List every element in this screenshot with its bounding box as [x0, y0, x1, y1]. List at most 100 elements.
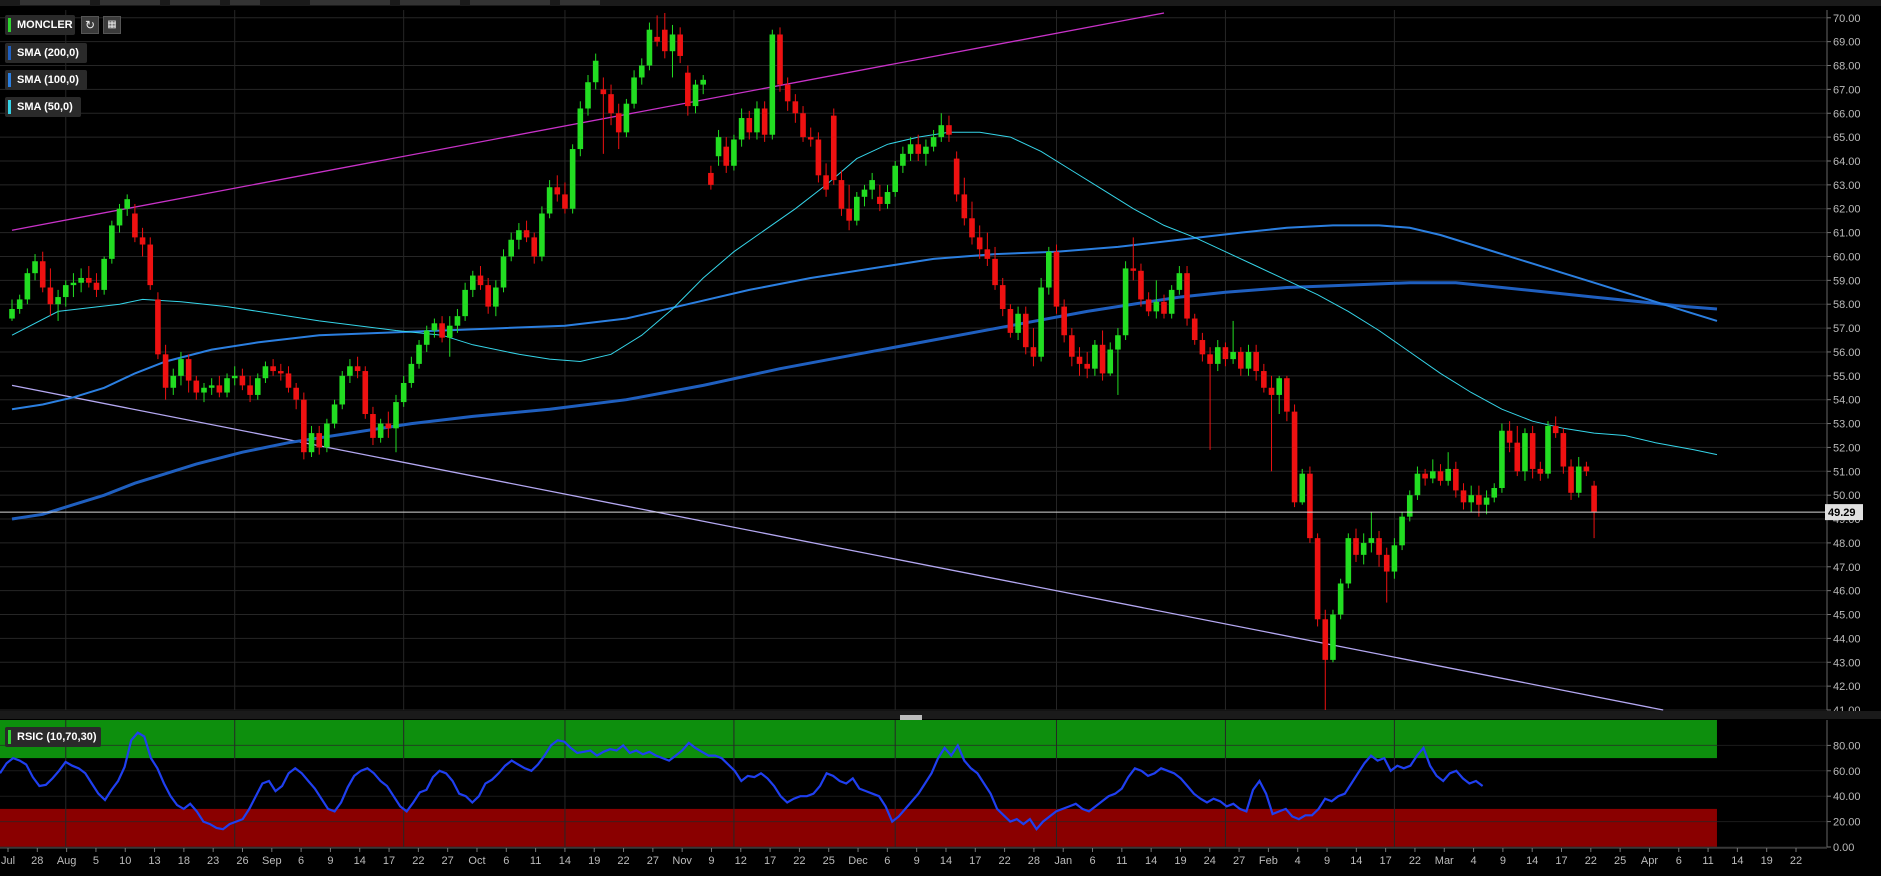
date-axis: Jul 28 Aug 5 10 13 18 23 26 Sep 6 9 14 17 22 27 Oct 6 11 14…	[0, 847, 1827, 867]
candle-up	[731, 139, 737, 166]
x-tick-label: 22	[617, 855, 629, 867]
y-tick-label: 50.00	[1833, 490, 1861, 502]
x-tick-label: 28	[1028, 855, 1040, 867]
candle-up	[930, 137, 937, 147]
x-tick-label: 17	[1555, 855, 1567, 867]
candle-down	[362, 371, 369, 415]
candle-down	[654, 36, 660, 42]
candle-up	[70, 282, 77, 286]
y-tick-label: 44.00	[1833, 633, 1861, 645]
y-tick-label: 61.00	[1833, 228, 1861, 240]
candle-down	[247, 385, 253, 395]
price-chart-canvas[interactable]: 41.0042.0043.0044.0045.0046.0047.0048.00…	[0, 0, 1881, 876]
candle-down	[723, 146, 730, 166]
candle-up	[854, 196, 860, 221]
candle-down	[815, 139, 822, 176]
candle-up	[907, 144, 914, 154]
indicator-label-sma-100[interactable]: SMA (100,0)	[5, 70, 87, 90]
x-tick-label: Sep	[262, 855, 282, 867]
candle-down	[662, 29, 668, 52]
candle-down	[792, 101, 799, 114]
x-tick-label: 10	[119, 855, 131, 867]
x-tick-label: Jan	[1054, 855, 1072, 867]
oversold-zone	[0, 808, 1717, 847]
indicator-label-sma-200[interactable]: SMA (200,0)	[5, 43, 87, 63]
candle-down	[1007, 308, 1014, 333]
trendline	[11, 12, 1165, 231]
candle-down	[1514, 442, 1521, 472]
x-tick-label: Apr	[1641, 855, 1658, 867]
y-tick-label: 47.00	[1833, 562, 1861, 574]
candle-up	[623, 103, 630, 133]
candle-down	[155, 299, 161, 355]
y-tick-label: 80.00	[1833, 740, 1861, 752]
x-tick-label: 9	[1324, 855, 1330, 867]
candle-up	[1107, 349, 1114, 374]
candle-down	[1268, 387, 1275, 395]
candle-down	[969, 218, 975, 238]
candle-up	[861, 189, 868, 197]
candle-down	[677, 34, 683, 56]
x-tick-label: 11	[1116, 855, 1127, 867]
candle-down	[562, 194, 568, 209]
candle-up	[669, 34, 676, 52]
candle-down	[316, 433, 322, 448]
candle-down	[1099, 344, 1106, 374]
sma-100-text: SMA (100,0)	[17, 74, 79, 86]
candle-up	[631, 77, 637, 104]
candle-down	[1591, 485, 1597, 512]
x-tick-label: Oct	[468, 855, 485, 867]
candle-up	[116, 208, 123, 226]
x-tick-label: 19	[1761, 855, 1773, 867]
candle-up	[124, 199, 130, 209]
candle-down	[1191, 318, 1198, 341]
candle-down	[477, 275, 484, 286]
x-tick-label: 9	[327, 855, 333, 867]
candle-down	[1061, 306, 1067, 336]
price-grid	[0, 10, 1827, 711]
trendline	[11, 384, 1664, 711]
candle-up	[24, 273, 31, 300]
x-tick-label: Feb	[1259, 855, 1278, 867]
indicator-label-rsi[interactable]: RSIC (10,70,30)	[5, 727, 101, 747]
candle-down	[784, 84, 791, 102]
candle-up	[331, 404, 338, 424]
x-tick-label: 27	[442, 855, 454, 867]
x-tick-label: 22	[998, 855, 1010, 867]
symbol-label[interactable]: MONCLER	[5, 15, 75, 35]
x-tick-label: 25	[1614, 855, 1626, 867]
x-tick-label: 22	[412, 855, 424, 867]
candle-up	[938, 125, 945, 138]
y-tick-label: 62.00	[1833, 204, 1861, 216]
candle-down	[193, 380, 200, 393]
x-tick-label: 6	[503, 855, 509, 867]
candle-up	[462, 289, 468, 317]
candle-up	[62, 285, 69, 298]
candle-down	[800, 113, 806, 138]
candle-down	[1314, 538, 1321, 620]
candle-up	[423, 330, 430, 345]
x-tick-label: 13	[148, 855, 160, 867]
x-tick-label: 14	[1731, 855, 1743, 867]
x-tick-label: 6	[884, 855, 890, 867]
price-axis: 41.0042.0043.0044.0045.0046.0047.0048.00…	[1826, 10, 1861, 717]
candle-down	[1069, 335, 1075, 357]
sma-100-line	[11, 224, 1718, 411]
x-tick-label: 14	[940, 855, 952, 867]
candle-up	[900, 153, 906, 166]
refresh-icon[interactable]: ↻	[81, 16, 99, 34]
candle-down	[1422, 473, 1428, 479]
chart-settings-icon[interactable]: ▦	[103, 16, 121, 34]
x-tick-label: 28	[31, 855, 43, 867]
candle-up	[1545, 425, 1551, 474]
indicator-label-sma-50[interactable]: SMA (50,0)	[5, 97, 81, 117]
candle-down	[139, 237, 146, 245]
rsi-zones	[0, 720, 1717, 847]
candle-up	[646, 29, 653, 66]
candle-down	[1537, 468, 1544, 474]
y-tick-label: 57.00	[1833, 323, 1861, 335]
x-tick-label: 18	[178, 855, 190, 867]
candle-up	[754, 108, 760, 133]
y-tick-label: 48.00	[1833, 538, 1861, 550]
trendlines	[11, 12, 1664, 711]
